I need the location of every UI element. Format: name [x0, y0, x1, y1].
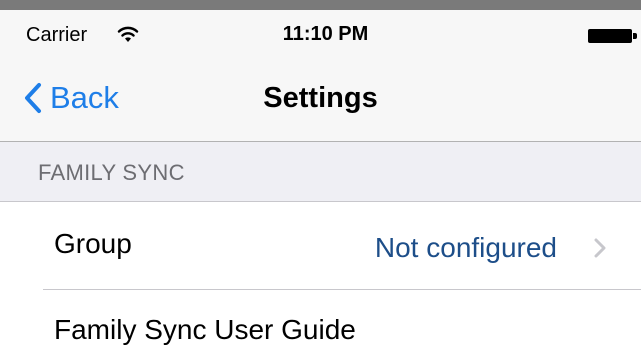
section-header: FAMILY SYNC [0, 142, 641, 202]
battery-icon [588, 29, 641, 43]
chevron-right-icon [594, 238, 606, 258]
user-guide-row[interactable]: Family Sync User Guide [0, 290, 641, 346]
page-title: Settings [263, 82, 378, 114]
user-guide-row-label: Family Sync User Guide [54, 314, 356, 345]
navigation-bar: Back Settings [0, 54, 641, 142]
status-bar: Carrier 11:10 PM [0, 10, 641, 54]
group-row-label: Group [54, 228, 132, 259]
clock: 11:10 PM [282, 23, 369, 45]
group-row[interactable]: Group Not configured [0, 202, 641, 290]
group-row-value: Not configured [374, 232, 557, 263]
section-header-label: FAMILY SYNC [38, 160, 185, 185]
window-top-edge [0, 0, 641, 10]
